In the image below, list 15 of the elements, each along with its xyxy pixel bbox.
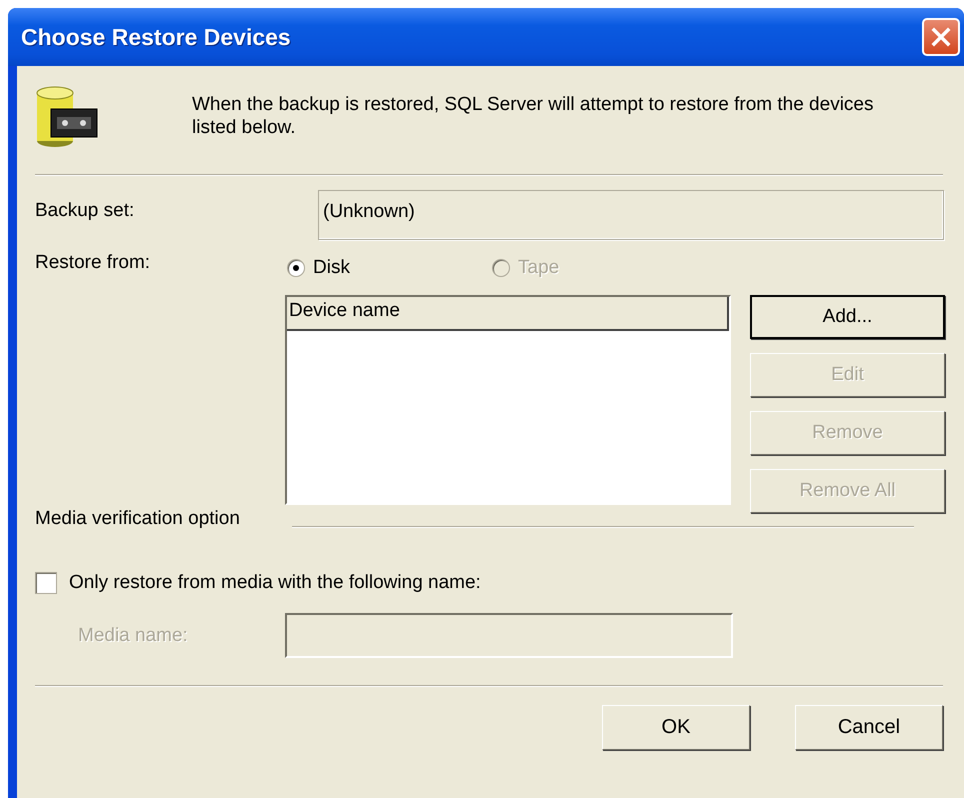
- dialog-button[interactable]: OK: [602, 705, 750, 750]
- window-title: Choose Restore Devices: [21, 24, 291, 50]
- section-title: Media verification option: [35, 508, 240, 530]
- radio-option[interactable]: Disk: [287, 257, 402, 279]
- device-list[interactable]: Device name: [285, 295, 731, 505]
- dialog-button[interactable]: Cancel: [795, 705, 943, 750]
- device-button[interactable]: Add...: [750, 295, 945, 339]
- restore-from-label: Restore from:: [35, 252, 152, 274]
- media-name-checkbox[interactable]: Only restore from media with the following name:: [35, 572, 481, 594]
- media-name-label: Media name:: [78, 624, 189, 646]
- close-button[interactable]: [922, 18, 960, 56]
- close-icon: [929, 25, 953, 49]
- info-message: When the backup is restored, SQL Server will attempt to restore from the devices listed below.: [192, 93, 874, 140]
- backup-set-label: Backup set:: [35, 200, 136, 222]
- column-header[interactable]: Device name: [287, 297, 729, 331]
